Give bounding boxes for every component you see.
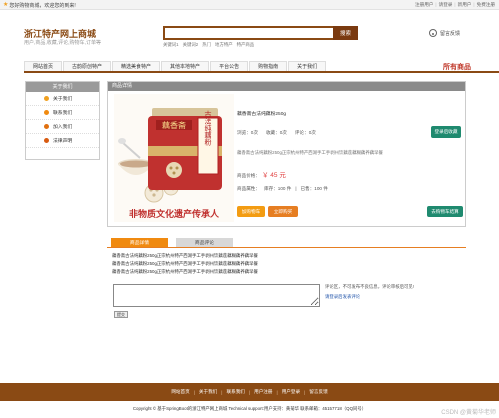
top-links: 注册用户 | 请登录 | 新用户 | 免费注册 (415, 2, 495, 8)
tab-product-detail[interactable]: 商品详情 (111, 238, 168, 247)
star-icon: ★ (3, 2, 9, 8)
tab-product-comments[interactable]: 商品评论 (176, 238, 233, 247)
browse-label: 浏览： (237, 130, 251, 135)
welcome-text: 您好购物商城，欢迎您的到来! (9, 3, 76, 9)
footer-link-about[interactable]: 关于我们 (199, 389, 217, 395)
jar-side-text: 古法纯藕粉 (204, 110, 212, 147)
jar-brand-text: 藕香斋 (162, 120, 186, 130)
login-link[interactable]: 请登录 (439, 2, 453, 8)
product-detail-panel: 商品详情 藕香斋 古法纯藕粉 非物质文化遗产传承人 藕香斋古法纯藕粉250g 浏… (107, 81, 466, 227)
headset-icon (429, 29, 437, 37)
sidebar-item-label: 法律声明 (53, 139, 73, 144)
sidebar-item-about[interactable]: 关于我们 (26, 92, 99, 106)
top-bar: ★ 您好购物商城，欢迎您的到来! 注册用户 | 请登录 | 新用户 | 免费注册 (0, 0, 499, 10)
nav-item-guide[interactable]: 购物指南 (249, 61, 288, 71)
feedback-link[interactable]: 留言反馈 (429, 29, 460, 37)
new-user-link[interactable]: 新用户 (458, 2, 472, 8)
hotword[interactable]: 特产商品 (237, 42, 255, 48)
collect-count: 收藏：0次 (266, 130, 287, 136)
comment-submit-button[interactable]: 提交 (114, 311, 128, 318)
footer-link-register[interactable]: 用户注册 (254, 389, 272, 395)
nav-item-about[interactable]: 关于我们 (288, 61, 327, 71)
product-image: 藕香斋 古法纯藕粉 非物质文化遗产传承人 (114, 94, 234, 222)
nav-item-other[interactable]: 其他本地特产 (161, 61, 210, 71)
comment-count: 评论：0次 (295, 130, 316, 136)
hotword[interactable]: 热门 (202, 42, 211, 48)
price-line: 商品价格： ￥ 45 元 (237, 169, 286, 179)
price-label: 商品价格： (237, 173, 260, 178)
hotwords: 关键词1 关键词2 热门 地方特产 特产商品 (163, 42, 254, 48)
sidebar-item-join[interactable]: 加入我们 (26, 120, 99, 134)
browse-count: 浏览：0次 (237, 130, 258, 136)
collect-label: 收藏： (265, 130, 280, 135)
search-bar: 搜索 (163, 26, 358, 40)
footer-link-feedback[interactable]: 留言反馈 (309, 389, 327, 395)
checkout-button[interactable]: 去购物车结算 (427, 206, 463, 217)
stock-value: 库存：100 件 (263, 186, 292, 191)
sidebar-item-contact[interactable]: 联系我们 (26, 106, 99, 120)
footer-link-home[interactable]: 网站首页 (171, 389, 189, 395)
product-photo: 藕香斋 古法纯藕粉 非物质文化遗产传承人 (114, 94, 234, 222)
sidebar-item-label: 联系我们 (53, 111, 73, 116)
product-attributes: 商品属性： 库存：100 件 | 已售：100 件 (237, 186, 328, 191)
comment-note: 评论区，不可发布不良信息，评论审核后可见! (325, 284, 415, 289)
free-register-link[interactable]: 免费注册 (477, 2, 495, 8)
nav-item-original[interactable]: 古韵原创特产 (63, 61, 112, 71)
tab-content-line: 藕香斋古法纯藕粉250g正宗杭州特产西湖手工手剥州饮藕莲藕糊藕养藕早餐 (112, 261, 258, 266)
tab-content-line: 藕香斋古法纯藕粉250g正宗杭州特产西湖手工手剥州饮藕莲藕糊藕养藕早餐 (112, 253, 258, 258)
buy-now-button[interactable]: 立即购买 (268, 206, 298, 217)
product-stats: 浏览：0次 收藏：0次 评论：0次 (237, 130, 316, 136)
favorite-button[interactable]: 登录后收藏 (431, 126, 461, 138)
collect-value: 0次 (279, 130, 287, 135)
product-description: 藕香斋古法纯藕粉250g正宗杭州特产西湖手工手剥州饮藕莲藕糊藕养藕早餐 (237, 150, 383, 155)
footer-links: 网站首页 | 关于我们 | 联系我们 | 用户注册 | 用户登录 | 留言反馈 (0, 383, 499, 401)
nav-item-food[interactable]: 精选美食特产 (112, 61, 161, 71)
sidebar-item-label: 加入我们 (53, 125, 73, 130)
sold-value: 已售：100 件 (300, 186, 328, 191)
welcome-message: ★ 您好购物商城，欢迎您的到来! (3, 2, 76, 9)
about-sidebar: 关于我们 关于我们 联系我们 加入我们 法律声明 (25, 81, 100, 160)
browse-value: 0次 (250, 130, 258, 135)
feedback-label: 留言反馈 (440, 30, 461, 37)
bullet-icon (44, 110, 49, 115)
footer-link-contact[interactable]: 联系我们 (227, 389, 245, 395)
nav-item-notice[interactable]: 平台公告 (210, 61, 249, 71)
sidebar-item-label: 关于我们 (53, 97, 73, 102)
comment-value: 0次 (308, 130, 316, 135)
product-name: 藕香斋古法纯藕粉250g (237, 112, 287, 117)
watermark: CSDN @黄菊华老师 (441, 410, 496, 416)
nav-item-home[interactable]: 网站首页 (24, 61, 63, 71)
search-button[interactable]: 搜索 (333, 26, 358, 40)
panel-title: 商品详情 (108, 82, 465, 91)
detail-tabs: 商品详情 商品评论 (107, 238, 466, 248)
bullet-icon (44, 124, 49, 129)
bullet-icon (44, 138, 49, 143)
product-banner-text: 非物质文化遗产传承人 (129, 208, 220, 220)
main-nav: 网站首页 古韵原创特产 精选美食特产 其他本地特产 平台公告 购物指南 关于我们… (24, 61, 499, 73)
sidebar-title: 关于我们 (26, 82, 99, 92)
footer-link-login[interactable]: 用户登录 (282, 389, 300, 395)
comment-login-link[interactable]: 请登录后发表评论 (325, 294, 360, 300)
tab-content-line: 藕香斋古法纯藕粉250g正宗杭州特产西湖手工手剥州饮藕莲藕糊藕养藕早餐 (112, 269, 258, 274)
site-subtitle: 用户,商品,收藏,评论,购物车,订单等 (24, 40, 101, 46)
hotword[interactable]: 关键词2 (183, 42, 199, 48)
all-goods-link[interactable]: 所有商品 (443, 62, 471, 72)
register-user-link[interactable]: 注册用户 (415, 2, 433, 8)
sidebar-item-legal[interactable]: 法律声明 (26, 134, 99, 148)
hotword[interactable]: 地方特产 (215, 42, 233, 48)
bullet-icon (44, 96, 49, 101)
attr-label: 商品属性： (237, 186, 260, 191)
add-to-cart-button[interactable]: 加购物车 (237, 206, 265, 217)
product-price: ￥ 45 元 (261, 172, 286, 179)
comment-label: 评论： (294, 130, 309, 135)
hotword[interactable]: 关键词1 (163, 42, 179, 48)
search-input[interactable] (163, 26, 333, 40)
comment-textarea[interactable] (113, 284, 320, 307)
copyright: Copyright © 基于SpringBoot的浙江特产网上商城 Techni… (132, 406, 367, 411)
